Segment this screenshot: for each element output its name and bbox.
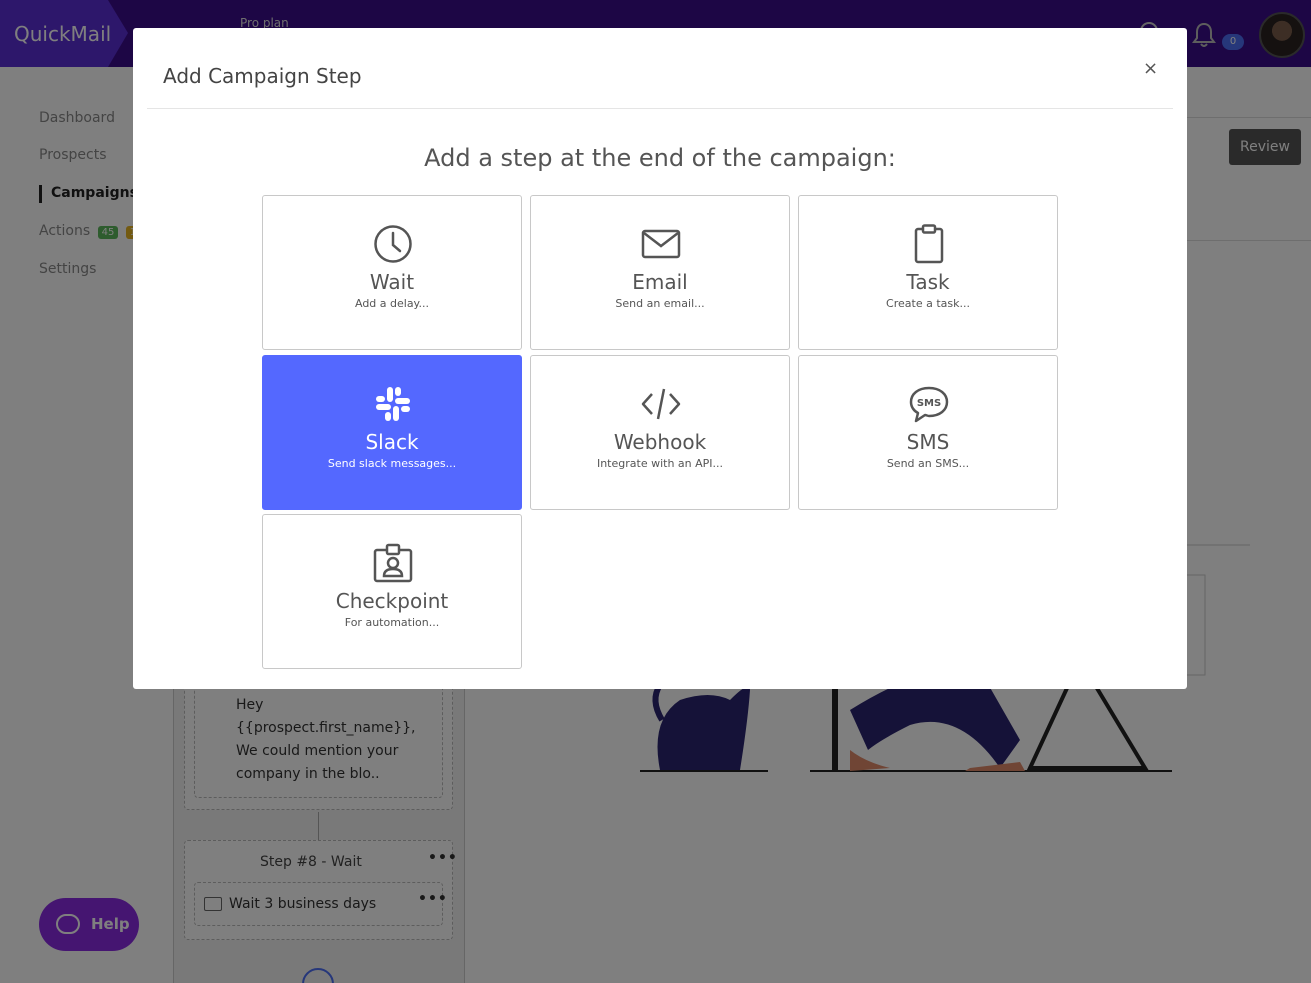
tile-description: Add a delay...: [354, 297, 429, 310]
step-option-slack[interactable]: Slack Send slack messages...: [262, 355, 522, 510]
clock-icon: [374, 225, 412, 263]
code-icon: [641, 388, 681, 420]
tile-description: For automation...: [344, 616, 440, 629]
dialog-divider: [147, 108, 1173, 109]
tile-description: Send an email...: [615, 297, 705, 310]
sms-bubble-icon: SMS: [909, 386, 949, 423]
envelope-icon: [641, 229, 681, 259]
tile-description: Send an SMS...: [886, 457, 970, 470]
tile-label: Email: [632, 270, 688, 294]
add-campaign-step-dialog: Add Campaign Step × Add a step at the en…: [133, 28, 1187, 689]
id-badge-icon: [373, 543, 413, 583]
step-option-wait[interactable]: Wait Add a delay...: [262, 195, 522, 350]
close-icon[interactable]: ×: [1143, 58, 1158, 79]
step-option-task[interactable]: Task Create a task...: [798, 195, 1058, 350]
tile-description: Integrate with an API...: [596, 457, 724, 470]
sms-icon-text: SMS: [917, 398, 941, 409]
step-option-sms[interactable]: SMS SMS Send an SMS...: [798, 355, 1058, 510]
tile-label: SMS: [906, 430, 950, 454]
step-option-webhook[interactable]: Webhook Integrate with an API...: [530, 355, 790, 510]
tile-label: Wait: [369, 270, 415, 294]
clipboard-icon: [914, 224, 944, 264]
tile-description: Send slack messages...: [327, 457, 457, 470]
slack-icon: [376, 387, 410, 421]
step-option-email[interactable]: Email Send an email...: [530, 195, 790, 350]
tile-description: Create a task...: [886, 297, 970, 310]
tile-label: Task: [906, 270, 950, 294]
step-option-checkpoint[interactable]: Checkpoint For automation...: [262, 514, 522, 669]
dialog-heading: Add a step at the end of the campaign:: [424, 144, 896, 172]
dialog-title: Add Campaign Step: [163, 64, 362, 88]
tile-label: Slack: [365, 430, 419, 454]
tile-label: Checkpoint: [335, 589, 449, 613]
tile-label: Webhook: [613, 430, 707, 454]
